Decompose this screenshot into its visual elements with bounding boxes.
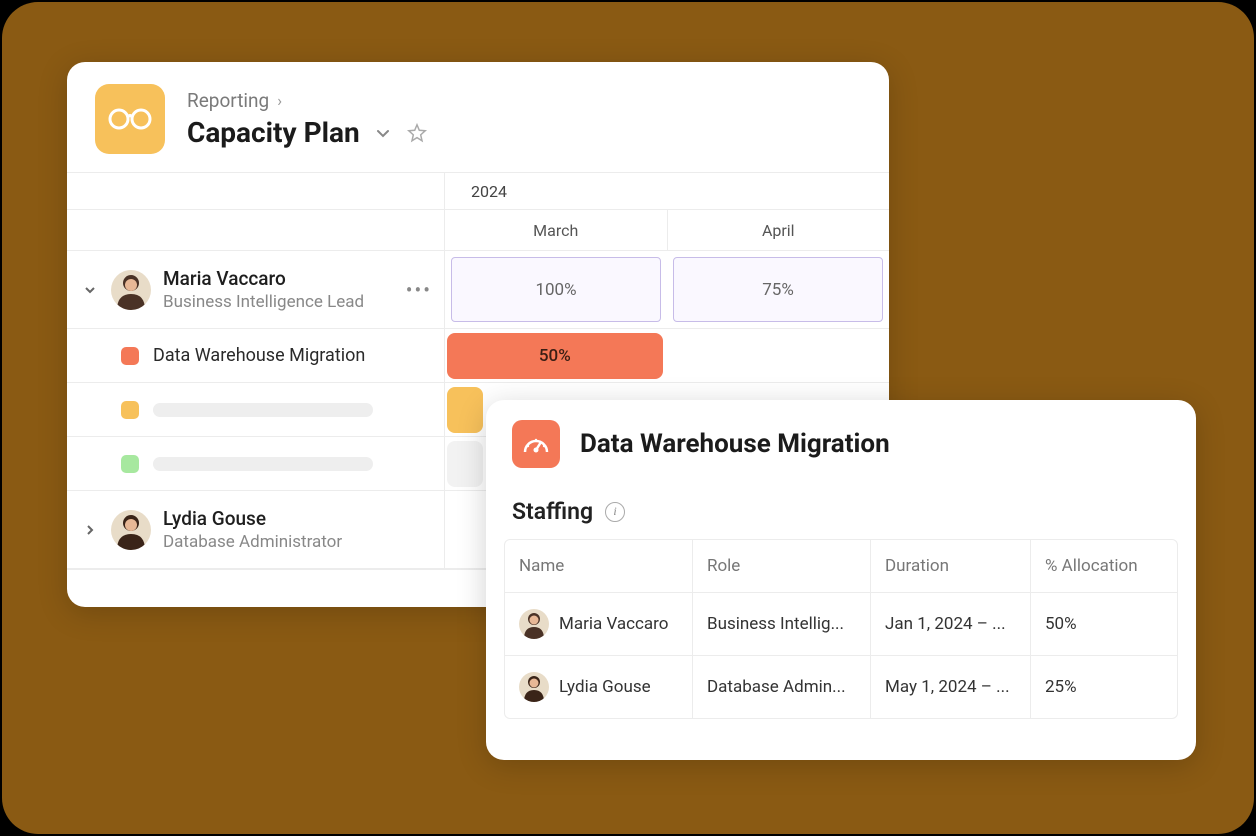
allocation-bar[interactable]: 50% (447, 333, 663, 379)
collapse-icon[interactable] (81, 281, 99, 299)
page-title: Capacity Plan (187, 116, 360, 149)
cell-name: Lydia Gouse (559, 677, 651, 697)
column-header[interactable]: Name (505, 540, 693, 592)
allocation-bar[interactable] (447, 441, 483, 487)
month-cell: April (668, 210, 890, 250)
allocation-cell[interactable]: 100% (451, 257, 661, 322)
task-color-chip (121, 347, 139, 365)
person-row[interactable]: Maria Vaccaro Business Intelligence Lead… (67, 251, 889, 329)
task-label: Data Warehouse Migration (153, 345, 365, 366)
breadcrumb[interactable]: Reporting › (187, 89, 428, 112)
star-icon[interactable] (406, 122, 428, 144)
staffing-table: Name Role Duration % Allocation Maria Va… (504, 539, 1178, 719)
person-name: Lydia Gouse (163, 507, 342, 530)
person-name: Maria Vaccaro (163, 267, 364, 290)
detail-title: Data Warehouse Migration (580, 429, 890, 459)
year-label: 2024 (471, 182, 507, 201)
table-row[interactable]: Lydia Gouse Database Admin... May 1, 202… (505, 656, 1177, 718)
task-row[interactable]: Data Warehouse Migration 50% (67, 329, 889, 383)
placeholder-label (153, 403, 373, 417)
table-header: Name Role Duration % Allocation (505, 540, 1177, 593)
avatar (111, 510, 151, 550)
task-color-chip (121, 455, 139, 473)
column-header[interactable]: % Allocation (1031, 540, 1177, 592)
chevron-down-icon[interactable] (374, 124, 392, 142)
cell-name: Maria Vaccaro (559, 614, 668, 634)
placeholder-label (153, 457, 373, 471)
cell-role: Business Intellig... (693, 593, 871, 655)
avatar (519, 672, 549, 702)
section-title: Staffing (512, 498, 593, 525)
person-role: Database Administrator (163, 532, 342, 552)
chevron-right-icon: › (277, 91, 282, 110)
background-canvas: Reporting › Capacity Plan 2024 (2, 2, 1254, 834)
allocation-cell[interactable]: 75% (673, 257, 883, 322)
expand-icon[interactable] (81, 521, 99, 539)
info-icon[interactable]: i (605, 502, 625, 522)
month-cell: March (445, 210, 668, 250)
cell-allocation: 50% (1031, 593, 1177, 655)
avatar (519, 609, 549, 639)
cell-role: Database Admin... (693, 656, 871, 718)
cell-allocation: 25% (1031, 656, 1177, 718)
project-detail-card: Data Warehouse Migration Staffing i Name… (486, 400, 1196, 760)
task-color-chip (121, 401, 139, 419)
year-row: 2024 (67, 173, 889, 210)
allocation-bar[interactable] (447, 387, 483, 433)
column-header[interactable]: Role (693, 540, 871, 592)
avatar (111, 270, 151, 310)
gauge-icon (512, 420, 560, 468)
person-role: Business Intelligence Lead (163, 292, 364, 312)
month-header-row: March April (67, 210, 889, 251)
card-header: Reporting › Capacity Plan (67, 62, 889, 172)
app-glasses-icon (95, 84, 165, 154)
cell-duration: May 1, 2024 – ... (871, 656, 1031, 718)
breadcrumb-label: Reporting (187, 89, 269, 112)
column-header[interactable]: Duration (871, 540, 1031, 592)
more-menu-icon[interactable]: ••• (406, 278, 432, 302)
table-row[interactable]: Maria Vaccaro Business Intellig... Jan 1… (505, 593, 1177, 656)
cell-duration: Jan 1, 2024 – ... (871, 593, 1031, 655)
